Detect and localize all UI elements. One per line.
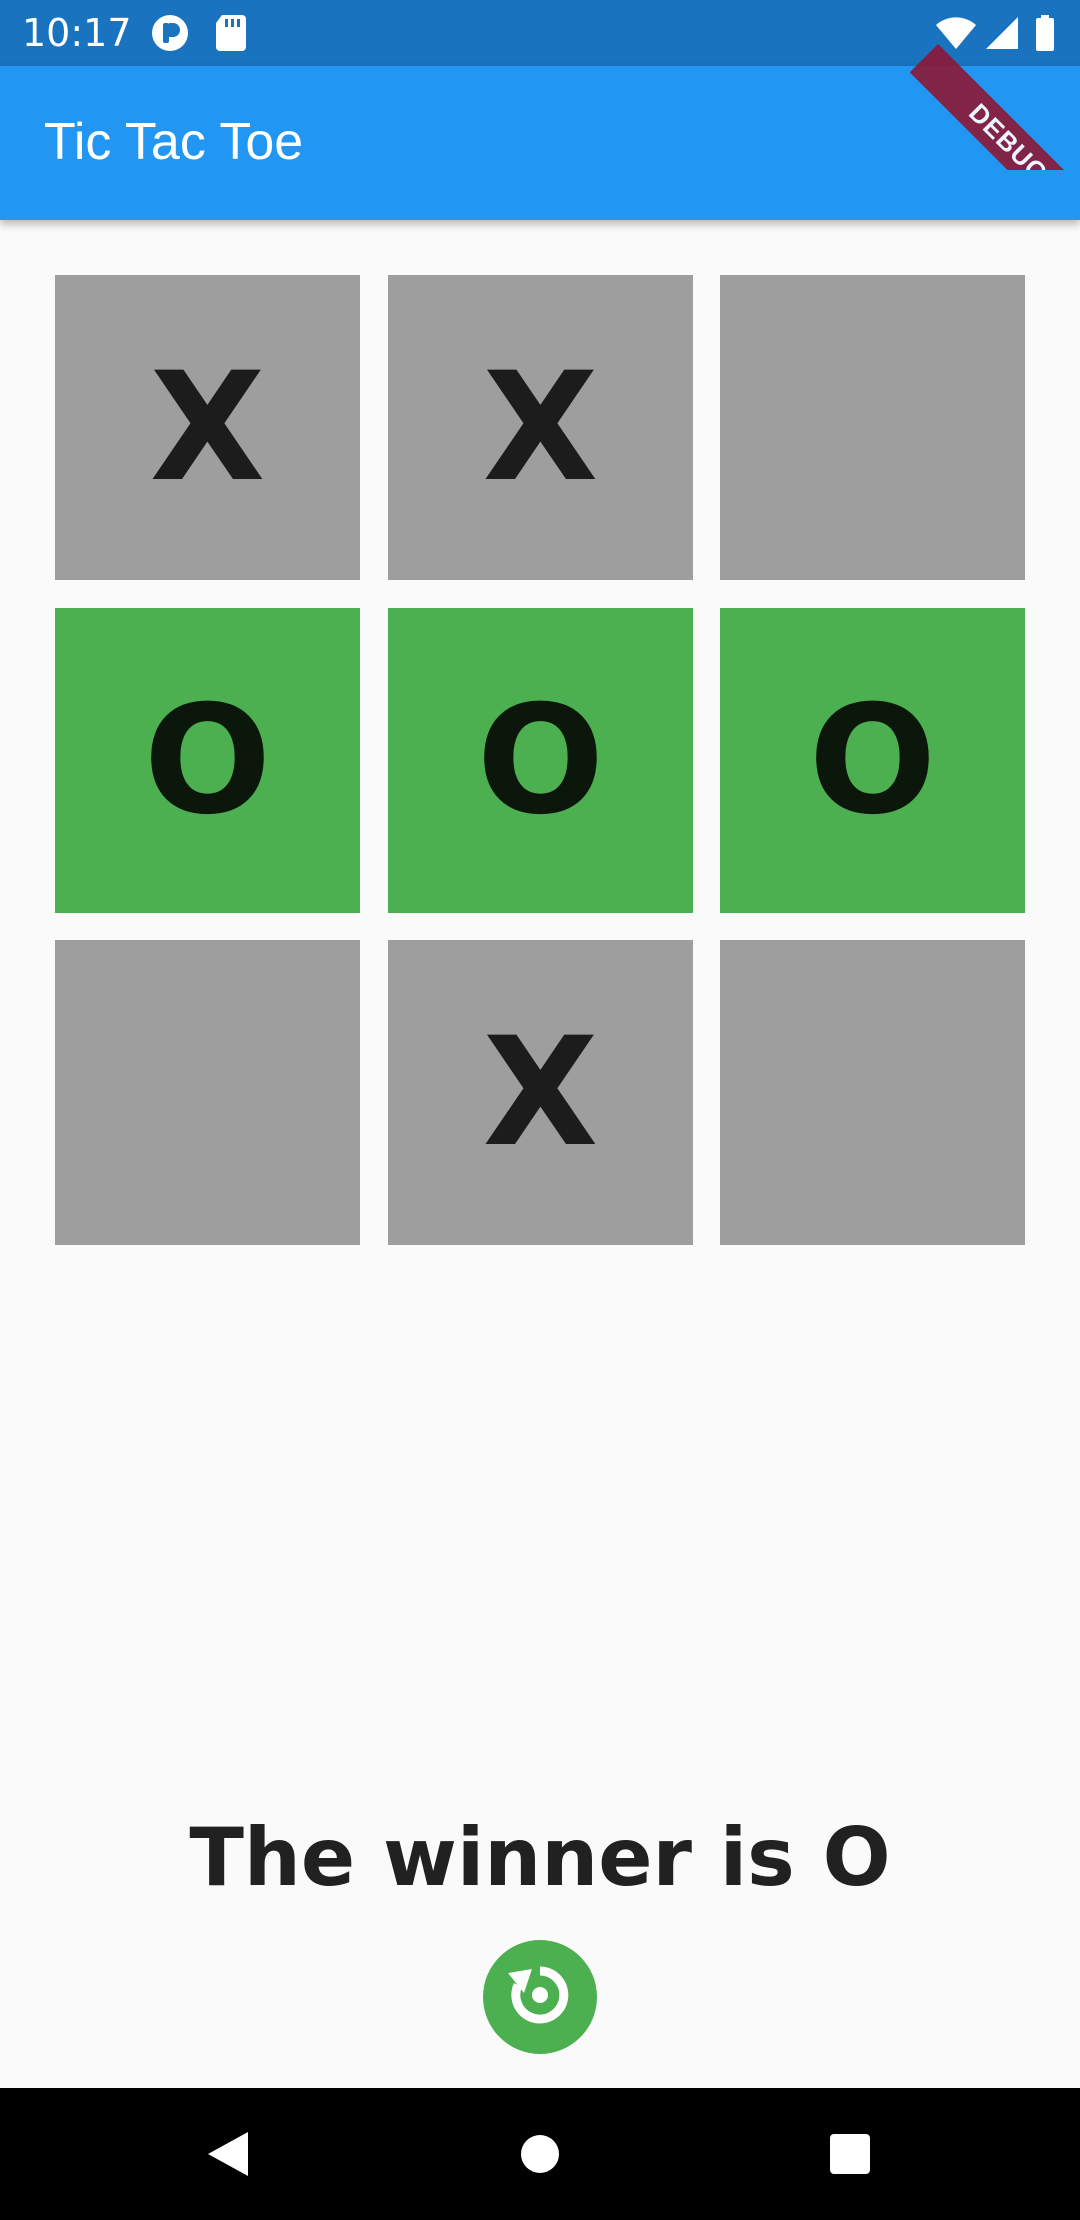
board-cell[interactable]: O [388,608,693,913]
cell-signal-icon [984,13,1020,58]
board-cell[interactable]: O [55,608,360,913]
restart-button[interactable] [483,1940,597,2054]
back-icon[interactable] [200,2126,256,2182]
sd-card-icon [214,13,248,58]
board-cell[interactable] [720,275,1025,580]
board-cell[interactable]: X [388,275,693,580]
board-cell[interactable]: X [388,940,693,1245]
recents-icon[interactable] [822,2126,878,2182]
board-cell[interactable]: O [720,608,1025,913]
restart-icon [500,1955,580,2040]
battery-icon [1034,13,1056,58]
wifi-icon [934,13,978,58]
winner-message: The winner is O [189,1811,891,1904]
app-title: Tic Tac Toe [44,113,304,171]
status-time: 10:17 [22,11,132,55]
board-cell[interactable]: X [55,275,360,580]
board-cell[interactable] [55,940,360,1245]
app-bar: Tic Tac Toe [0,66,1080,220]
navigation-bar [0,2088,1080,2220]
game-board: X X O O O X [55,275,1025,1245]
board-cell[interactable] [720,940,1025,1245]
p-badge-icon [150,13,190,58]
home-icon[interactable] [512,2126,568,2182]
status-bar: 10:17 [0,0,1080,66]
